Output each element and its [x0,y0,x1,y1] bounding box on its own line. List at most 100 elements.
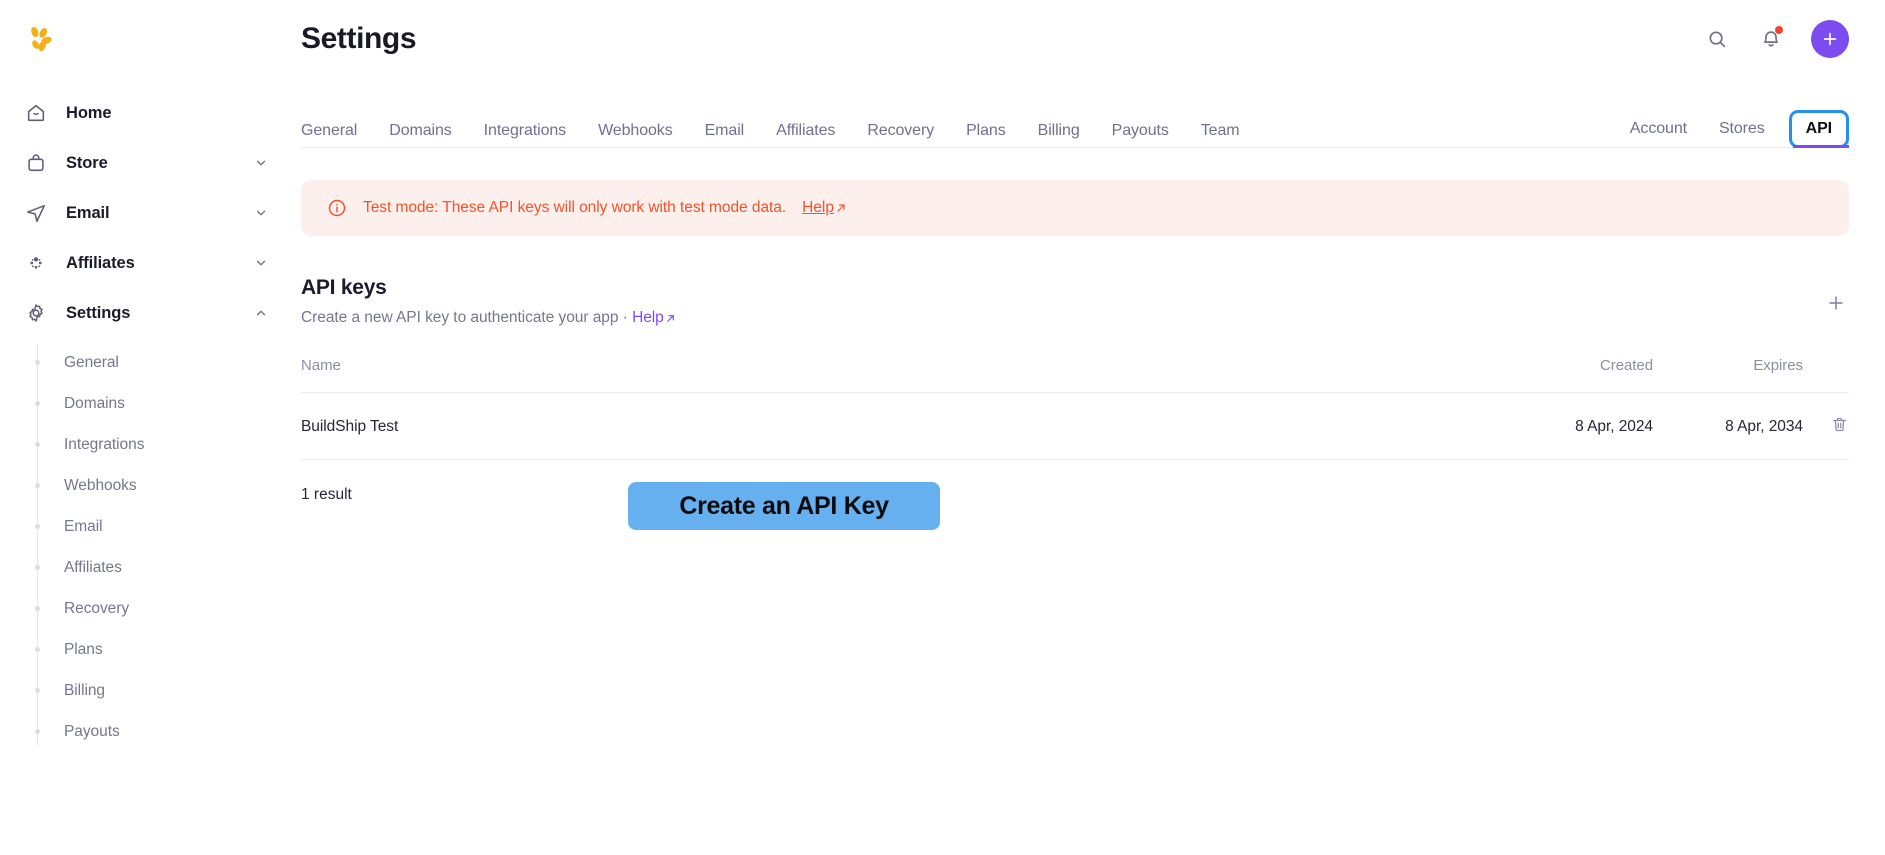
add-button[interactable] [1811,20,1849,58]
sidebar-nav: Home Store [0,88,290,752]
tabs-right-group: Account Stores API [1630,110,1849,148]
tab-api[interactable]: API [1789,110,1849,148]
sidebar-item-label: Home [66,104,268,123]
sidebar-item-store[interactable]: Store [0,138,290,188]
tab-recovery[interactable]: Recovery [851,114,950,148]
sidebar-item-webhooks[interactable]: Webhooks [0,465,290,506]
alert-help-link[interactable]: Help [802,199,847,217]
cell-expires: 8 Apr, 2034 [1653,393,1803,460]
sidebar-item-recovery[interactable]: Recovery [0,588,290,629]
sidebar-item-integrations[interactable]: Integrations [0,424,290,465]
section-heading-text: API keys Create a new API key to authent… [301,276,1823,327]
tab-team[interactable]: Team [1185,114,1256,148]
app-root: Home Store [0,0,1885,855]
petal-logo [24,24,54,54]
tab-bar-divider [301,147,1849,148]
sidebar-subitem-label: Recovery [64,600,129,618]
cell-created: 8 Apr, 2024 [1503,393,1653,460]
create-api-key-label: Create an API Key [679,492,888,521]
add-api-key-button[interactable] [1823,290,1849,316]
notification-dot [1775,26,1783,34]
tab-email[interactable]: Email [689,114,761,148]
bullet-icon [35,647,40,652]
tab-affiliates[interactable]: Affiliates [760,114,851,148]
cell-key-name: BuildShip Test [301,393,1503,460]
table-body: BuildShip Test 8 Apr, 2024 8 Apr, 2034 [301,393,1849,460]
bullet-icon [35,442,40,447]
bag-icon [24,151,48,175]
alert-message: Test mode: These API keys will only work… [363,199,786,217]
result-count: 1 result [301,486,1849,504]
sidebar-item-email[interactable]: Email [0,506,290,547]
sidebar-item-domains[interactable]: Domains [0,383,290,424]
chevron-down-icon[interactable] [254,156,268,170]
section-subtitle: Create a new API key to authenticate you… [301,309,1823,327]
tab-domains[interactable]: Domains [373,114,467,148]
sidebar-item-affiliates-sub[interactable]: Affiliates [0,547,290,588]
tab-stores[interactable]: Stores [1703,112,1781,146]
sidebar-item-general[interactable]: General [0,342,290,383]
sidebar-item-email[interactable]: Email [0,188,290,238]
create-api-key-button[interactable]: Create an API Key [628,482,940,530]
tabs-left-group: General Domains Integrations Webhooks Em… [301,114,1630,148]
api-keys-section-header: API keys Create a new API key to authent… [301,276,1849,327]
tab-account[interactable]: Account [1630,112,1703,146]
sidebar-item-affiliates[interactable]: Affiliates [0,238,290,288]
bullet-icon [35,565,40,570]
table-header: Name Created Expires [301,357,1849,393]
sidebar-subitem-label: Webhooks [64,477,137,495]
gear-icon [24,301,48,325]
chevron-down-icon[interactable] [254,256,268,270]
settings-subnav: General Domains Integrations Webhooks Em… [0,338,290,752]
sidebar-subitem-label: Affiliates [64,559,122,577]
column-header-actions [1803,357,1849,393]
tab-webhooks[interactable]: Webhooks [582,114,689,148]
table-header-row: Name Created Expires [301,357,1849,393]
bullet-icon [35,524,40,529]
chevron-down-icon[interactable] [254,206,268,220]
chevron-up-icon[interactable] [254,306,268,320]
network-icon [24,251,48,275]
api-keys-table: Name Created Expires BuildShip Test 8 Ap… [301,357,1849,460]
sidebar-item-label: Affiliates [66,254,254,273]
alert-help-label: Help [802,199,834,217]
tab-payouts[interactable]: Payouts [1096,114,1185,148]
sidebar-subitem-label: Billing [64,682,105,700]
sidebar-item-payouts[interactable]: Payouts [0,711,290,752]
tab-integrations[interactable]: Integrations [468,114,582,148]
trash-icon[interactable] [1830,415,1849,434]
sidebar: Home Store [0,0,290,855]
page-title: Settings [301,22,1703,56]
section-help-link[interactable]: Help [632,309,676,327]
logo-container[interactable] [0,0,290,78]
main-content: Settings [290,0,1885,855]
bullet-icon [35,606,40,611]
bell-icon[interactable] [1757,25,1785,53]
sidebar-subitem-label: Email [64,518,103,536]
sidebar-item-settings[interactable]: Settings [0,288,290,338]
tab-general[interactable]: General [301,114,373,148]
cell-actions [1803,393,1849,460]
tab-bar: General Domains Integrations Webhooks Em… [290,78,1885,148]
sidebar-item-plans[interactable]: Plans [0,629,290,670]
tab-plans[interactable]: Plans [950,114,1022,148]
tab-billing[interactable]: Billing [1022,114,1096,148]
search-icon[interactable] [1703,25,1731,53]
sidebar-item-home[interactable]: Home [0,88,290,138]
sidebar-subitem-label: Payouts [64,723,120,741]
home-icon [24,101,48,125]
sidebar-item-label: Store [66,154,254,173]
column-header-name: Name [301,357,1503,393]
section-subtitle-text: Create a new API key to authenticate you… [301,309,628,326]
info-circle-icon [327,198,347,218]
external-link-icon [835,202,847,214]
sidebar-item-billing[interactable]: Billing [0,670,290,711]
sidebar-subitem-label: Integrations [64,436,144,454]
bullet-icon [35,688,40,693]
sidebar-item-label: Settings [66,304,254,323]
plus-icon [1820,29,1840,49]
tab-active-indicator [1793,145,1849,148]
plus-icon [1826,293,1846,313]
section-help-label: Help [632,309,664,327]
table-row[interactable]: BuildShip Test 8 Apr, 2024 8 Apr, 2034 [301,393,1849,460]
